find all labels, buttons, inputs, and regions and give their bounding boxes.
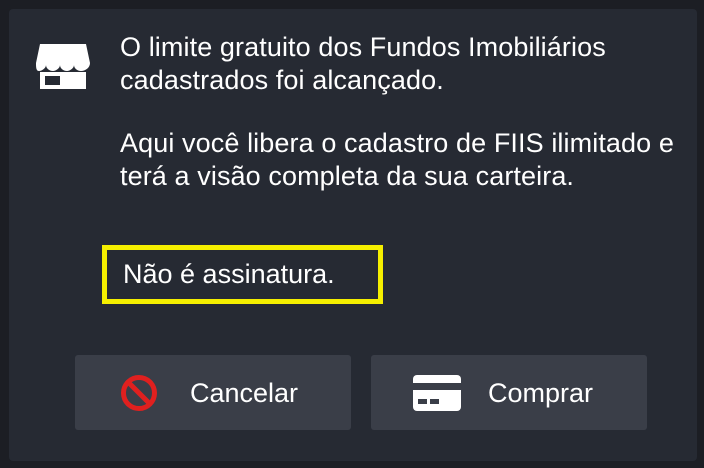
buy-button[interactable]: Comprar <box>371 355 647 430</box>
highlight-box: Não é assinatura. <box>102 245 383 304</box>
cancel-button[interactable]: Cancelar <box>75 355 351 430</box>
prohibited-icon <box>121 375 157 411</box>
upgrade-message: Aqui você libera o cadastro de FIIS ilim… <box>120 128 674 191</box>
not-subscription-text: Não é assinatura. <box>123 259 335 289</box>
limit-message: O limite gratuito dos Fundos Imobiliário… <box>120 32 606 95</box>
upgrade-dialog: O limite gratuito dos Fundos Imobiliário… <box>9 9 697 461</box>
buy-label: Comprar <box>488 378 594 408</box>
cancel-label: Cancelar <box>190 378 299 408</box>
store-icon <box>36 44 90 89</box>
credit-card-icon <box>413 375 461 411</box>
